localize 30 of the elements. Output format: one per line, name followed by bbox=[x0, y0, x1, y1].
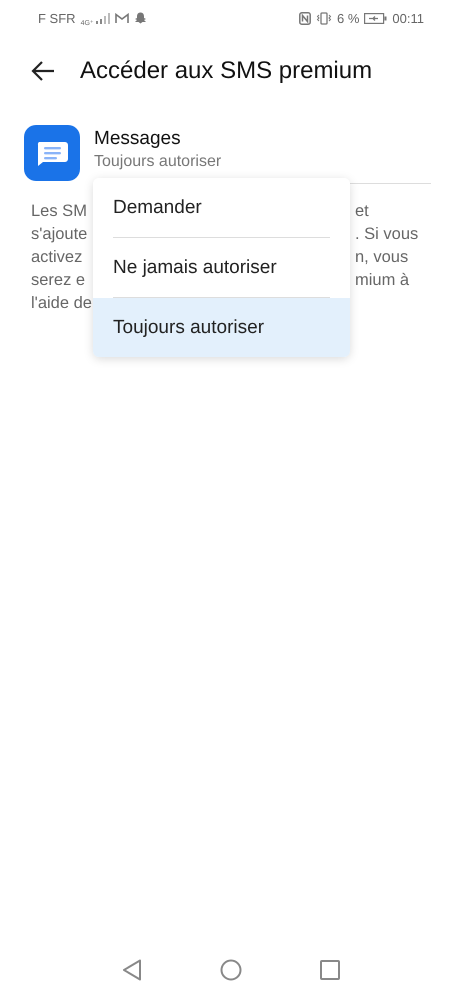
carrier-name: F SFR bbox=[38, 10, 76, 26]
ghost-icon bbox=[134, 12, 147, 24]
battery-icon bbox=[364, 12, 388, 24]
description-text: mium à bbox=[355, 270, 410, 291]
page-title: Accéder aux SMS premium bbox=[80, 57, 372, 85]
app-name: Messages bbox=[94, 128, 182, 150]
nfc-icon bbox=[299, 12, 312, 24]
menu-option[interactable]: Toujours autoriser bbox=[93, 298, 350, 357]
messages-app-icon bbox=[24, 125, 80, 181]
mail-icon bbox=[114, 12, 129, 24]
description-text: . Si vous bbox=[355, 224, 418, 245]
menu-option[interactable]: Ne jamais autoriser bbox=[93, 238, 350, 297]
app-setting: Toujours autoriser bbox=[94, 153, 222, 171]
signal-icon bbox=[96, 12, 110, 24]
description-text: l'aide de bbox=[31, 293, 92, 314]
description-text: Les SM bbox=[31, 201, 87, 222]
description-text: serez e bbox=[31, 270, 86, 291]
clock: 00:11 bbox=[392, 10, 424, 26]
description-text: n, vous bbox=[355, 247, 408, 268]
battery-percent: 6 % bbox=[337, 10, 360, 26]
home-icon[interactable] bbox=[220, 959, 242, 981]
description-text: et bbox=[355, 201, 369, 222]
back-button[interactable] bbox=[30, 60, 56, 82]
menu-option[interactable]: Demander bbox=[93, 178, 350, 237]
description-text: s'ajoute bbox=[31, 224, 88, 245]
back-arrow-icon bbox=[30, 60, 56, 82]
vibrate-icon bbox=[316, 12, 332, 24]
recents-icon[interactable] bbox=[320, 960, 340, 980]
back-icon[interactable] bbox=[122, 959, 142, 981]
description-text: activez bbox=[31, 247, 82, 268]
